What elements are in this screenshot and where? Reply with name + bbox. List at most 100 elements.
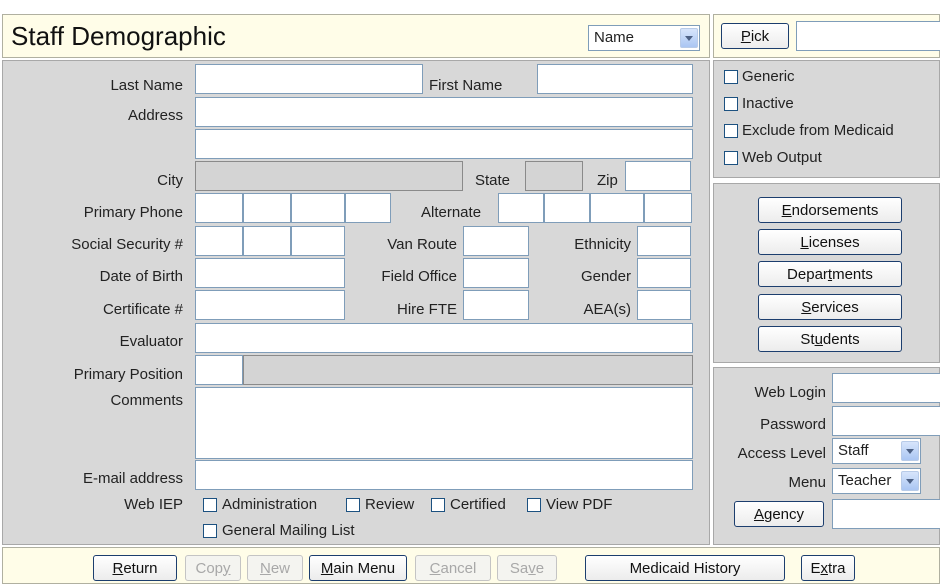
general-mailing-list-label: General Mailing List	[222, 522, 355, 539]
page-title: Staff Demographic	[11, 21, 226, 51]
administration-label: Administration	[222, 496, 318, 513]
city-input[interactable]	[195, 161, 463, 191]
web-login-label: Web Login	[754, 384, 826, 401]
checkbox-view-pdf[interactable]	[527, 498, 541, 512]
first-name-label: First Name	[429, 77, 503, 94]
pick-input[interactable]	[796, 21, 940, 51]
chevron-down-icon[interactable]	[901, 441, 919, 461]
password-label: Password	[760, 416, 826, 433]
address-line2-input[interactable]	[195, 129, 693, 159]
review-label: Review	[365, 496, 415, 513]
copy-button[interactable]: Copy	[185, 555, 241, 581]
web-access-panel: Web Login Password Access Level Staff Me…	[713, 367, 940, 545]
alternate-phone-part3[interactable]	[590, 193, 644, 223]
agency-input[interactable]	[832, 499, 940, 529]
alternate-phone-part2[interactable]	[544, 193, 590, 223]
zip-label: Zip	[597, 172, 618, 189]
address-label: Address	[127, 107, 183, 124]
address-line1-input[interactable]	[195, 97, 693, 127]
first-name-input[interactable]	[537, 64, 693, 94]
evaluator-label: Evaluator	[119, 333, 183, 350]
primary-phone-part2[interactable]	[243, 193, 291, 223]
aea-input[interactable]	[637, 290, 691, 320]
inactive-label: Inactive	[742, 95, 794, 112]
hire-fte-label: Hire FTE	[397, 301, 457, 318]
field-office-label: Field Office	[381, 268, 457, 285]
licenses-button[interactable]: Licenses	[758, 229, 902, 255]
alternate-phone-part4[interactable]	[644, 193, 692, 223]
van-route-label: Van Route	[387, 236, 457, 253]
gender-input[interactable]	[637, 258, 691, 288]
web-login-input[interactable]	[832, 373, 940, 403]
certificate-input[interactable]	[195, 290, 345, 320]
checkbox-exclude-medicaid[interactable]	[724, 124, 738, 138]
cancel-button[interactable]: Cancel	[415, 555, 491, 581]
departments-button[interactable]: Departments	[758, 261, 902, 287]
medicaid-history-button[interactable]: Medicaid History	[585, 555, 785, 581]
pick-panel: Pick	[713, 14, 940, 58]
related-buttons-panel: Endorsements Licenses Departments Servic…	[713, 183, 940, 363]
primary-phone-part1[interactable]	[195, 193, 243, 223]
pick-button[interactable]: Pick	[721, 23, 789, 49]
email-label: E-mail address	[82, 470, 183, 487]
primary-phone-part3[interactable]	[291, 193, 345, 223]
email-input[interactable]	[195, 460, 693, 490]
menu-select[interactable]: Teacher	[832, 468, 921, 494]
state-input[interactable]	[525, 161, 583, 191]
checkbox-inactive[interactable]	[724, 97, 738, 111]
primary-phone-label: Primary Phone	[83, 204, 183, 221]
comments-textarea[interactable]	[195, 387, 693, 459]
alternate-phone-part1[interactable]	[498, 193, 544, 223]
checkbox-generic[interactable]	[724, 70, 738, 84]
students-button[interactable]: Students	[758, 326, 902, 352]
return-button[interactable]: Return	[93, 555, 177, 581]
exclude-medicaid-label: Exclude from Medicaid	[742, 122, 894, 139]
access-level-select[interactable]: Staff	[832, 438, 921, 464]
menu-label: Menu	[788, 474, 826, 491]
gender-label: Gender	[580, 268, 631, 285]
van-route-input[interactable]	[463, 226, 529, 256]
checkbox-certified[interactable]	[431, 498, 445, 512]
password-input[interactable]	[832, 406, 940, 436]
aea-label: AEA(s)	[583, 301, 631, 318]
ssn-part3[interactable]	[291, 226, 345, 256]
sort-select[interactable]: Name	[588, 25, 700, 51]
ethnicity-input[interactable]	[637, 226, 691, 256]
endorsements-button[interactable]: Endorsements	[758, 197, 902, 223]
chevron-down-icon[interactable]	[680, 28, 698, 48]
checkbox-general-mailing-list[interactable]	[203, 524, 217, 538]
services-button[interactable]: Services	[758, 294, 902, 320]
generic-label: Generic	[742, 68, 795, 85]
city-label: City	[157, 172, 183, 189]
ethnicity-label: Ethnicity	[574, 236, 631, 253]
primary-phone-part4[interactable]	[345, 193, 391, 223]
zip-input[interactable]	[625, 161, 691, 191]
ssn-part2[interactable]	[243, 226, 291, 256]
dob-label: Date of Birth	[99, 268, 183, 285]
checkbox-administration[interactable]	[203, 498, 217, 512]
new-button[interactable]: New	[247, 555, 303, 581]
primary-position-label: Primary Position	[73, 366, 183, 383]
evaluator-input[interactable]	[195, 323, 693, 353]
main-menu-button[interactable]: Main Menu	[309, 555, 407, 581]
flags-panel: Generic Inactive Exclude from Medicaid W…	[713, 60, 940, 178]
ssn-label: Social Security #	[71, 236, 183, 253]
last-name-label: Last Name	[110, 77, 183, 94]
field-office-input[interactable]	[463, 258, 529, 288]
main-form-panel: Last Name First Name Address City State …	[2, 60, 710, 545]
chevron-down-icon[interactable]	[901, 471, 919, 491]
agency-button[interactable]: Agency	[734, 501, 824, 527]
extra-button[interactable]: Extra	[801, 555, 855, 581]
ssn-part1[interactable]	[195, 226, 243, 256]
web-output-label: Web Output	[742, 149, 822, 166]
save-button[interactable]: Save	[497, 555, 557, 581]
view-pdf-label: View PDF	[546, 496, 613, 513]
checkbox-review[interactable]	[346, 498, 360, 512]
last-name-input[interactable]	[195, 64, 423, 94]
primary-position-code-input[interactable]	[195, 355, 243, 385]
footer-panel: Return Copy New Main Menu Cancel Save Me…	[2, 547, 940, 584]
checkbox-web-output[interactable]	[724, 151, 738, 165]
web-iep-label: Web IEP	[124, 496, 183, 513]
hire-fte-input[interactable]	[463, 290, 529, 320]
dob-input[interactable]	[195, 258, 345, 288]
